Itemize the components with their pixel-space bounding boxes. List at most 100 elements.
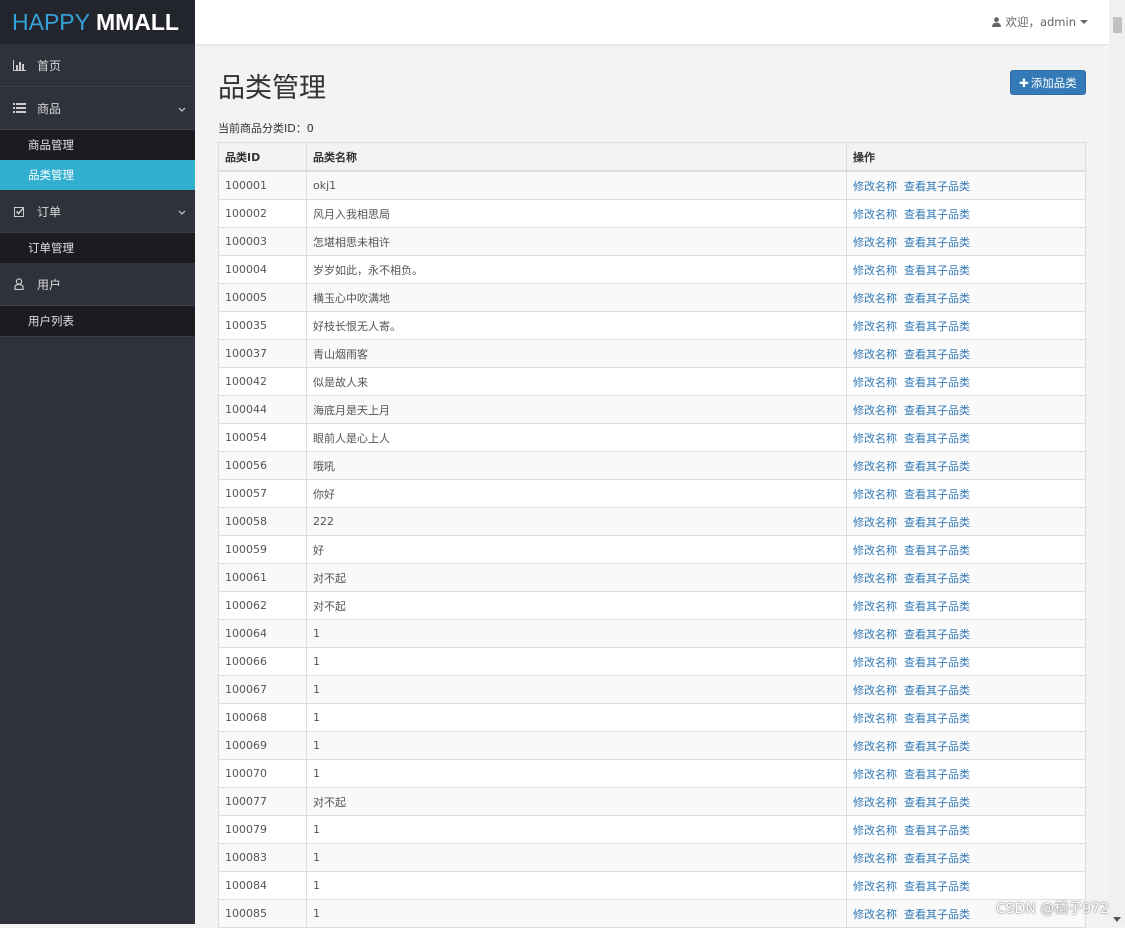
edit-name-link[interactable]: 修改名称	[853, 908, 897, 921]
edit-name-link[interactable]: 修改名称	[853, 544, 897, 557]
category-id-cell: 100003	[218, 227, 307, 256]
current-category-id: 当前商品分类ID：0	[218, 122, 314, 135]
edit-name-link[interactable]: 修改名称	[853, 600, 897, 613]
view-subcategories-link[interactable]: 查看其子品类	[904, 684, 970, 697]
sidebar-item-user[interactable]: 用户	[0, 263, 195, 306]
view-subcategories-link[interactable]: 查看其子品类	[904, 628, 970, 641]
category-name-cell: 好	[306, 535, 847, 564]
category-name-cell: 1	[306, 703, 847, 732]
edit-name-link[interactable]: 修改名称	[853, 488, 897, 501]
category-id-cell: 100005	[218, 283, 307, 312]
edit-name-link[interactable]: 修改名称	[853, 740, 897, 753]
view-subcategories-link[interactable]: 查看其子品类	[904, 600, 970, 613]
actions-cell: 修改名称 查看其子品类	[846, 759, 1086, 788]
edit-name-link[interactable]: 修改名称	[853, 628, 897, 641]
actions-cell: 修改名称 查看其子品类	[846, 170, 1086, 200]
view-subcategories-link[interactable]: 查看其子品类	[904, 348, 970, 361]
view-subcategories-link[interactable]: 查看其子品类	[904, 292, 970, 305]
sidebar-item-order[interactable]: 订单	[0, 190, 195, 233]
category-name-cell: 横玉心中吹满地	[306, 283, 847, 312]
category-id-cell: 100059	[218, 535, 307, 564]
edit-name-link[interactable]: 修改名称	[853, 824, 897, 837]
edit-name-link[interactable]: 修改名称	[853, 236, 897, 249]
edit-name-link[interactable]: 修改名称	[853, 516, 897, 529]
sidebar-item-order-manage[interactable]: 订单管理	[0, 233, 195, 263]
sidebar-item-user-list[interactable]: 用户列表	[0, 306, 195, 337]
plus-icon: ✚	[1019, 75, 1029, 90]
actions-cell: 修改名称 查看其子品类	[846, 507, 1086, 536]
edit-name-link[interactable]: 修改名称	[853, 264, 897, 277]
view-subcategories-link[interactable]: 查看其子品类	[904, 516, 970, 529]
sidebar-item-home[interactable]: 首页	[0, 44, 195, 87]
category-name-cell: 海底月是天上月	[306, 395, 847, 424]
edit-name-link[interactable]: 修改名称	[853, 376, 897, 389]
view-subcategories-link[interactable]: 查看其子品类	[904, 796, 970, 809]
actions-cell: 修改名称 查看其子品类	[846, 787, 1086, 816]
sidebar-item-label: 首页	[37, 58, 62, 73]
edit-name-link[interactable]: 修改名称	[853, 656, 897, 669]
view-subcategories-link[interactable]: 查看其子品类	[904, 908, 970, 921]
user-menu[interactable]: 欢迎，admin	[992, 14, 1093, 30]
sidebar-item-category-manage[interactable]: 品类管理	[0, 160, 195, 190]
category-name-cell: 对不起	[306, 787, 847, 816]
category-id-cell: 100004	[218, 255, 307, 284]
table-row: 100084 1 修改名称 查看其子品类	[218, 871, 1086, 900]
add-category-button[interactable]: ✚ 添加品类	[1010, 70, 1086, 95]
view-subcategories-link[interactable]: 查看其子品类	[904, 180, 970, 193]
actions-cell: 修改名称 查看其子品类	[846, 871, 1086, 900]
view-subcategories-link[interactable]: 查看其子品类	[904, 852, 970, 865]
sidebar-item-product-manage[interactable]: 商品管理	[0, 130, 195, 160]
view-subcategories-link[interactable]: 查看其子品类	[904, 740, 970, 753]
actions-cell: 修改名称 查看其子品类	[846, 619, 1086, 648]
edit-name-link[interactable]: 修改名称	[853, 208, 897, 221]
actions-cell: 修改名称 查看其子品类	[846, 731, 1086, 760]
view-subcategories-link[interactable]: 查看其子品类	[904, 236, 970, 249]
scroll-down-arrow-icon[interactable]	[1113, 917, 1121, 922]
edit-name-link[interactable]: 修改名称	[853, 712, 897, 725]
edit-name-link[interactable]: 修改名称	[853, 180, 897, 193]
edit-name-link[interactable]: 修改名称	[853, 880, 897, 893]
edit-name-link[interactable]: 修改名称	[853, 348, 897, 361]
edit-name-link[interactable]: 修改名称	[853, 460, 897, 473]
view-subcategories-link[interactable]: 查看其子品类	[904, 208, 970, 221]
edit-name-link[interactable]: 修改名称	[853, 852, 897, 865]
edit-name-link[interactable]: 修改名称	[853, 404, 897, 417]
edit-name-link[interactable]: 修改名称	[853, 432, 897, 445]
table-row: 100077 对不起 修改名称 查看其子品类	[218, 787, 1086, 816]
view-subcategories-link[interactable]: 查看其子品类	[904, 488, 970, 501]
edit-name-link[interactable]: 修改名称	[853, 292, 897, 305]
table-row: 100070 1 修改名称 查看其子品类	[218, 759, 1086, 788]
category-id-cell: 100002	[218, 199, 307, 228]
view-subcategories-link[interactable]: 查看其子品类	[904, 404, 970, 417]
edit-name-link[interactable]: 修改名称	[853, 768, 897, 781]
table-header-row: 品类ID 品类名称 操作	[218, 142, 1086, 172]
category-id-cell: 100068	[218, 703, 307, 732]
edit-name-link[interactable]: 修改名称	[853, 796, 897, 809]
edit-name-link[interactable]: 修改名称	[853, 684, 897, 697]
actions-cell: 修改名称 查看其子品类	[846, 591, 1086, 620]
edit-name-link[interactable]: 修改名称	[853, 572, 897, 585]
scrollbar-thumb[interactable]	[1113, 17, 1122, 33]
logo[interactable]: HAPPY MMALL	[0, 0, 195, 44]
view-subcategories-link[interactable]: 查看其子品类	[904, 824, 970, 837]
actions-cell: 修改名称 查看其子品类	[846, 395, 1086, 424]
view-subcategories-link[interactable]: 查看其子品类	[904, 656, 970, 669]
view-subcategories-link[interactable]: 查看其子品类	[904, 376, 970, 389]
view-subcategories-link[interactable]: 查看其子品类	[904, 320, 970, 333]
sidebar-item-product[interactable]: 商品	[0, 87, 195, 130]
user-icon	[992, 17, 1002, 27]
actions-cell: 修改名称 查看其子品类	[846, 479, 1086, 508]
view-subcategories-link[interactable]: 查看其子品类	[904, 768, 970, 781]
top-bar: 欢迎，admin	[195, 0, 1109, 44]
sidebar-item-label: 用户	[37, 277, 62, 292]
edit-name-link[interactable]: 修改名称	[853, 320, 897, 333]
view-subcategories-link[interactable]: 查看其子品类	[904, 880, 970, 893]
scrollbar[interactable]	[1109, 0, 1125, 924]
view-subcategories-link[interactable]: 查看其子品类	[904, 712, 970, 725]
view-subcategories-link[interactable]: 查看其子品类	[904, 432, 970, 445]
view-subcategories-link[interactable]: 查看其子品类	[904, 572, 970, 585]
view-subcategories-link[interactable]: 查看其子品类	[904, 544, 970, 557]
chevron-down-icon	[178, 205, 186, 219]
view-subcategories-link[interactable]: 查看其子品类	[904, 460, 970, 473]
view-subcategories-link[interactable]: 查看其子品类	[904, 264, 970, 277]
